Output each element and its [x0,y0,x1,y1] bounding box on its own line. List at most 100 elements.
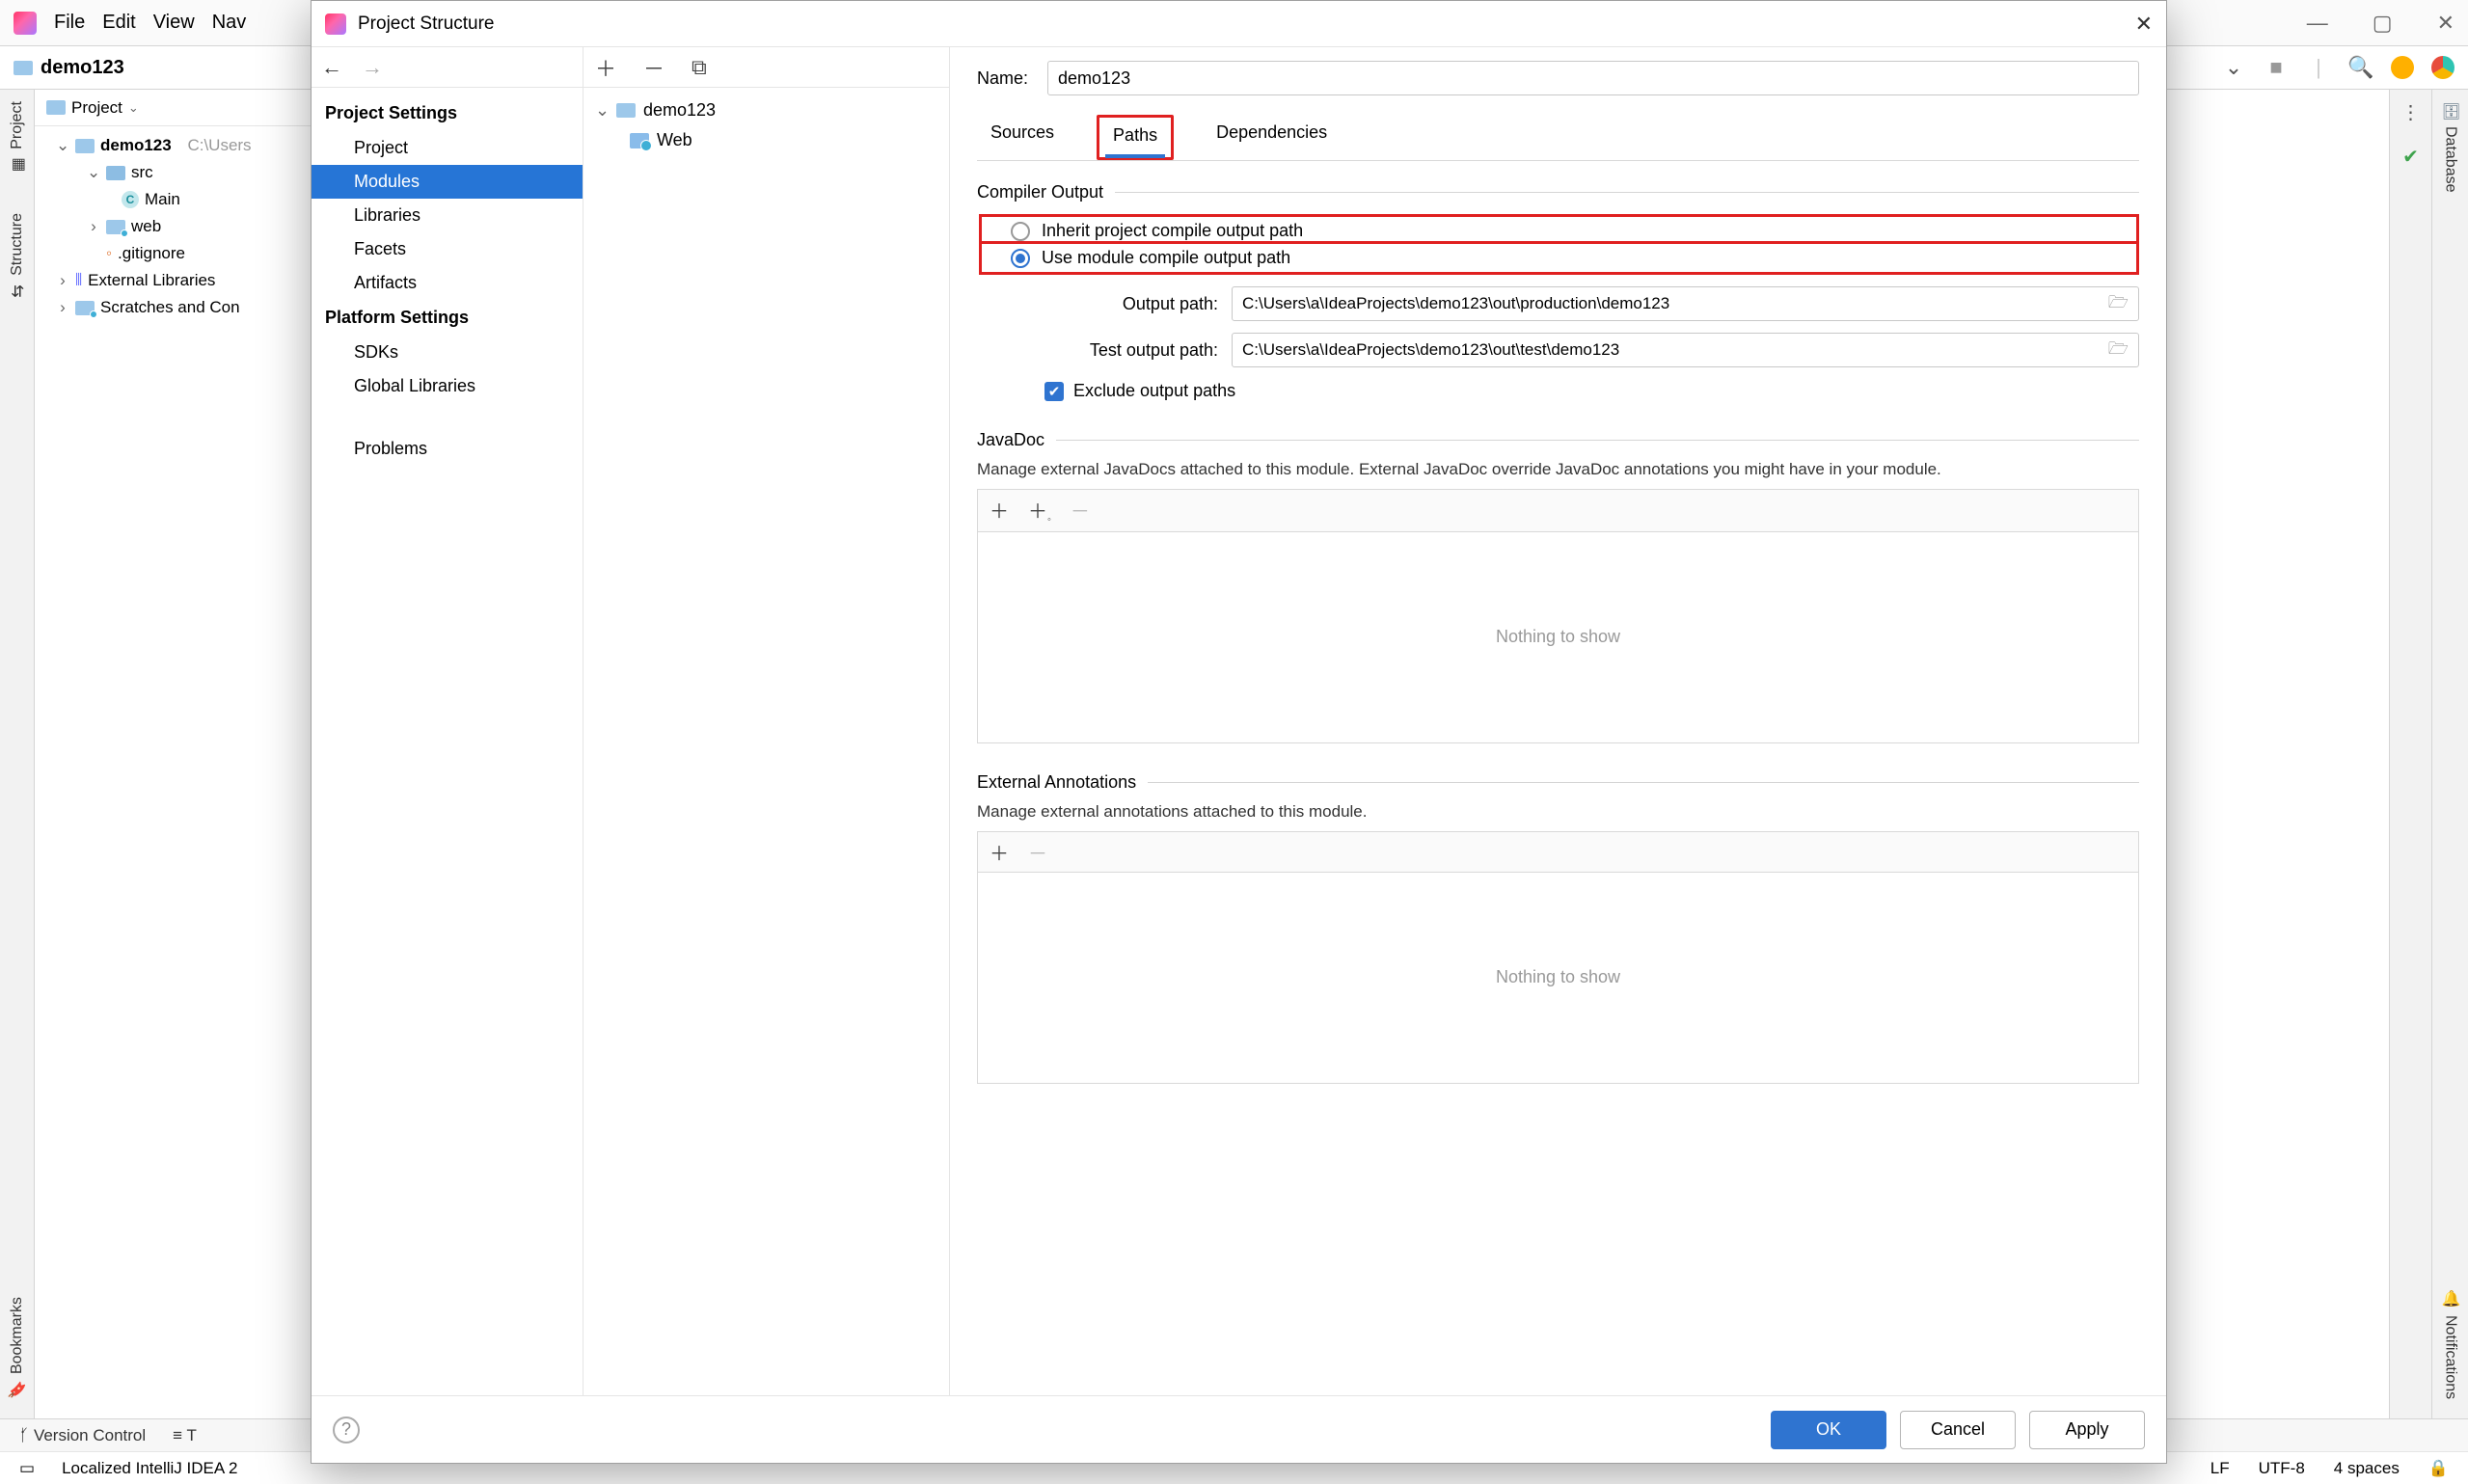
run-config-dropdown[interactable]: ⌄ [2221,55,2246,80]
bookmark-icon: 🔖 [7,1380,26,1399]
radio-module-path[interactable]: Use module compile output path [979,241,2139,275]
module-root[interactable]: ⌄demo123 [583,95,949,125]
tab-sources[interactable]: Sources [977,115,1068,160]
search-icon[interactable]: 🔍 [2348,55,2373,80]
breadcrumb-project: demo123 [41,57,124,79]
menu-view[interactable]: View [153,12,195,34]
help-button[interactable]: ? [333,1417,360,1444]
nav-item-project[interactable]: Project [312,131,583,165]
status-line-sep[interactable]: LF [2210,1459,2230,1478]
update-icon[interactable] [2391,56,2414,79]
rail-project-tab[interactable]: ▦Project [9,101,26,175]
nav-item-global-libraries[interactable]: Global Libraries [312,369,583,403]
add-icon[interactable]: ＋ [595,52,616,83]
module-list-panel: ＋ － ⧉ ⌄demo123 Web [583,47,950,1395]
checkbox-checked-icon: ✔ [1044,382,1064,401]
chevron-right-icon: › [56,271,69,290]
cancel-button[interactable]: Cancel [1900,1411,2016,1449]
chevron-down-icon: ⌄ [595,100,609,121]
javadoc-description: Manage external JavaDocs attached to thi… [977,458,2139,481]
tab-dependencies[interactable]: Dependencies [1203,115,1341,160]
breadcrumb[interactable]: demo123 [14,57,124,79]
web-folder-icon [106,220,125,234]
browse-folder-icon[interactable]: 🗁 [2108,290,2129,318]
right-tool-rail: 🗄Database 🔔Notifications [2431,90,2468,1418]
status-encoding[interactable]: UTF-8 [2259,1459,2305,1478]
menu-file[interactable]: File [54,12,85,34]
status-lock-icon[interactable]: 🔒 [2428,1459,2449,1478]
tree-web[interactable]: ›web [35,213,313,240]
rail-database-tab[interactable]: 🗄Database [2441,101,2459,193]
browse-folder-icon[interactable]: 🗁 [2108,337,2129,364]
exclude-output-checkbox[interactable]: ✔ Exclude output paths [977,381,2139,401]
nav-header-project-settings: Project Settings [312,95,583,131]
test-output-path-input[interactable]: C:\Users\a\IdeaProjects\demo123\out\test… [1232,333,2139,367]
test-output-path-label: Test output path: [977,340,1218,361]
minimize-icon[interactable]: ― [2307,11,2328,36]
apply-button[interactable]: Apply [2029,1411,2145,1449]
javadoc-list: Nothing to show [977,531,2139,743]
menu-edit[interactable]: Edit [102,12,135,34]
status-indent[interactable]: 4 spaces [2334,1459,2400,1478]
tab-todo[interactable]: ≡ T [173,1426,197,1445]
nav-item-artifacts[interactable]: Artifacts [312,266,583,300]
nav-item-facets[interactable]: Facets [312,232,583,266]
module-web-facet[interactable]: Web [583,125,949,155]
project-panel-title: Project [71,98,122,118]
tab-version-control[interactable]: ᚶ Version Control [19,1426,146,1445]
rail-structure-tab[interactable]: ⇆Structure [9,213,26,301]
chevron-right-icon: › [56,298,69,317]
module-name-input[interactable] [1047,61,2139,95]
tree-root[interactable]: ⌄demo123 C:\Users [35,132,313,159]
dialog-close-button[interactable]: ✕ [2135,12,2153,37]
tree-ext-libs[interactable]: ›⫴External Libraries [35,267,313,294]
ide-services-icon[interactable] [2431,56,2454,79]
ide-logo-icon [14,12,37,35]
tab-paths[interactable]: Paths [1097,115,1174,160]
left-tool-rail: ▦Project ⇆Structure 🔖Bookmarks [0,90,35,1418]
remove-icon[interactable]: － [643,52,664,83]
ok-button[interactable]: OK [1771,1411,1886,1449]
rail-bookmarks-tab[interactable]: 🔖Bookmarks [8,1297,27,1399]
project-tool-window: Project ⌄ ⌄demo123 C:\Users ⌄src CMain ›… [35,90,314,1418]
copy-icon[interactable]: ⧉ [692,55,707,80]
run-button[interactable]: ■ [2264,55,2289,80]
javadoc-toolbar: ＋ ＋◦ － [977,489,2139,531]
rail-notifications-tab[interactable]: 🔔Notifications [2441,1290,2459,1399]
external-annotations-heading: External Annotations [977,772,1136,793]
folder-icon [14,61,33,75]
library-icon: ⫴ [75,271,82,290]
radio-off-icon [1011,222,1030,241]
dropdown-icon[interactable]: ⌄ [128,100,139,116]
external-annotations-list: Nothing to show [977,872,2139,1084]
remove-icon: － [1028,838,1047,866]
maximize-icon[interactable]: ▢ [2373,11,2393,36]
menu-navigate[interactable]: Nav [212,12,247,34]
editor-right-gutter: ⋮ ✔ [2389,90,2431,1418]
tree-gitignore[interactable]: ◦.gitignore [35,240,313,267]
dialog-footer: ? OK Cancel Apply [312,1395,2166,1463]
tree-scratches[interactable]: ›Scratches and Con [35,294,313,321]
add-icon[interactable]: ＋ [990,496,1009,526]
nav-back-icon[interactable]: ← [321,55,342,80]
output-path-input[interactable]: C:\Users\a\IdeaProjects\demo123\out\prod… [1232,286,2139,321]
class-icon: C [122,191,139,208]
divider [1056,440,2139,441]
radio-inherit-path[interactable]: Inherit project compile output path [979,214,2139,241]
nav-item-problems[interactable]: Problems [312,432,583,466]
divider [1115,192,2139,193]
tree-src[interactable]: ⌄src [35,159,313,186]
close-icon[interactable]: ✕ [2437,11,2454,36]
source-folder-icon [106,166,125,180]
add-url-icon[interactable]: ＋◦ [1028,496,1051,526]
add-icon[interactable]: ＋ [990,838,1009,866]
nav-item-sdks[interactable]: SDKs [312,336,583,369]
checkmark-icon[interactable]: ✔ [2399,144,2424,169]
nav-item-libraries[interactable]: Libraries [312,199,583,232]
folder-icon [46,100,66,115]
more-icon[interactable]: ⋮ [2399,99,2424,124]
status-widget-icon[interactable]: ▭ [19,1459,35,1478]
nav-item-modules[interactable]: Modules [312,165,583,199]
dialog-title: Project Structure [358,13,495,35]
tree-main-class[interactable]: CMain [35,186,313,213]
